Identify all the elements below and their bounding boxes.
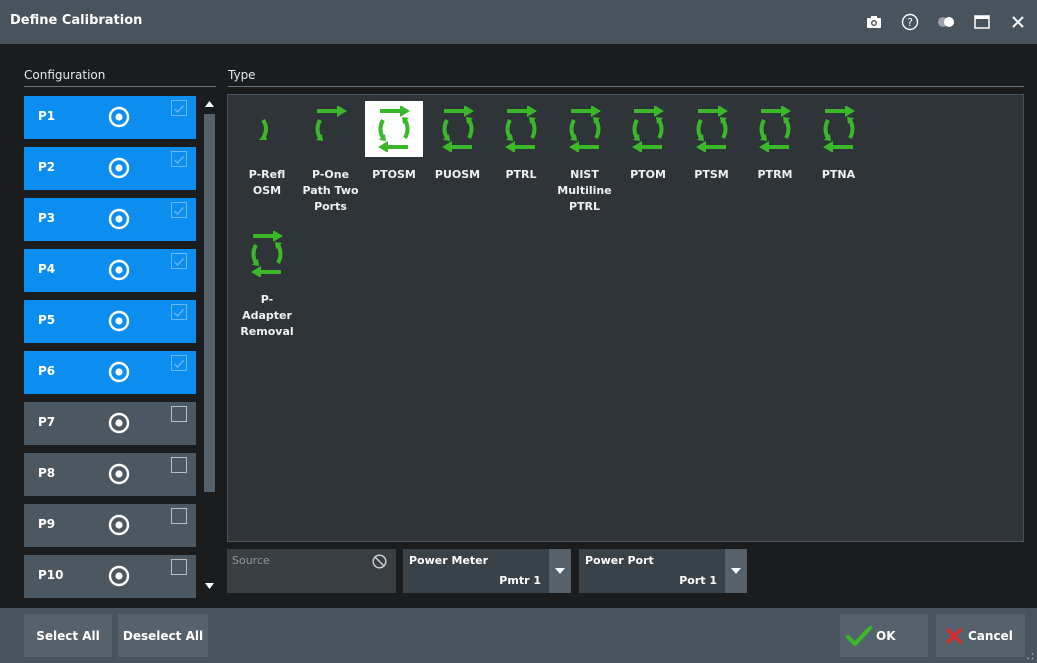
port-label: P6: [38, 364, 56, 378]
port-target-icon[interactable]: [108, 412, 130, 434]
deselect-all-button[interactable]: Deselect All: [118, 614, 208, 657]
select-all-label: Select All: [36, 628, 100, 643]
port-label: P2: [38, 160, 56, 174]
port-target-icon[interactable]: [108, 463, 130, 485]
chevron-down-icon[interactable]: [549, 549, 571, 593]
port-checkbox[interactable]: [171, 508, 187, 524]
port-target-icon[interactable]: [108, 106, 130, 128]
port-item[interactable]: P8: [24, 453, 196, 496]
cancel-label: Cancel: [968, 628, 1013, 643]
port-target-icon[interactable]: [108, 259, 130, 281]
port-target-icon[interactable]: [108, 565, 130, 587]
two-port-icon: [492, 101, 550, 157]
cancel-button[interactable]: Cancel: [936, 614, 1025, 657]
power-port-value: Port 1: [679, 574, 717, 587]
port-label: P9: [38, 517, 56, 531]
port-item[interactable]: P9: [24, 504, 196, 547]
resize-grip-icon[interactable]: [1026, 652, 1034, 660]
select-all-button[interactable]: Select All: [24, 614, 112, 657]
configuration-label: Configuration: [24, 68, 106, 82]
maximize-icon[interactable]: [969, 9, 995, 35]
port-item[interactable]: P3: [24, 198, 196, 241]
title-bar: Define Calibration ?: [0, 0, 1037, 44]
port-item[interactable]: P10: [24, 555, 196, 598]
port-label: P7: [38, 415, 56, 429]
cancel-x-icon: [946, 627, 962, 644]
power-port-label: Power Port: [585, 554, 654, 567]
power-meter-value: Pmtr 1: [499, 574, 541, 587]
port-item[interactable]: P1: [24, 96, 196, 139]
source-field[interactable]: Source: [227, 549, 396, 593]
configuration-divider: [24, 86, 216, 87]
port-item[interactable]: P7: [24, 402, 196, 445]
ok-label: OK: [876, 628, 896, 643]
two-port-icon: [365, 101, 423, 157]
port-target-icon[interactable]: [108, 514, 130, 536]
port-checkbox[interactable]: [171, 151, 187, 167]
port-checkbox[interactable]: [171, 457, 187, 473]
calibration-type-label: PTNA: [821, 168, 856, 181]
checkmark-icon: [846, 625, 872, 646]
power-meter-select[interactable]: Power Meter Pmtr 1: [403, 549, 571, 593]
port-checkbox[interactable]: [171, 253, 187, 269]
type-label: Type: [228, 68, 256, 82]
port-checkbox[interactable]: [171, 406, 187, 422]
power-meter-label: Power Meter: [409, 554, 489, 567]
port-checkbox[interactable]: [171, 100, 187, 116]
power-port-select[interactable]: Power Port Port 1: [579, 549, 747, 593]
two-port-icon: [238, 226, 296, 282]
port-label: P1: [38, 109, 56, 123]
port-label: P3: [38, 211, 56, 225]
port-item[interactable]: P6: [24, 351, 196, 394]
scroll-down-arrow[interactable]: [203, 578, 216, 594]
deselect-all-label: Deselect All: [122, 628, 204, 643]
port-label: P5: [38, 313, 56, 327]
two-port-icon: [556, 101, 614, 157]
port-checkbox[interactable]: [171, 559, 187, 575]
port-checkbox[interactable]: [171, 355, 187, 371]
source-placeholder: Source: [232, 554, 270, 567]
port-label: P10: [38, 568, 64, 582]
port-target-icon[interactable]: [108, 208, 130, 230]
port-checkbox[interactable]: [171, 304, 187, 320]
two-port-icon: [619, 101, 677, 157]
port-item[interactable]: P5: [24, 300, 196, 343]
one-port-reflection-icon: [238, 101, 296, 157]
port-item[interactable]: P4: [24, 249, 196, 292]
type-divider: [228, 86, 1024, 87]
help-icon[interactable]: ?: [897, 9, 923, 35]
port-item[interactable]: P2: [24, 147, 196, 190]
scroll-thumb[interactable]: [204, 114, 215, 492]
ok-button[interactable]: OK: [840, 614, 928, 657]
port-target-icon[interactable]: [108, 361, 130, 383]
port-label: P8: [38, 466, 56, 480]
calibration-type-panel: [227, 94, 1024, 542]
port-checkbox[interactable]: [171, 202, 187, 218]
port-label: P4: [38, 262, 56, 276]
one-path-two-port-icon: [302, 101, 360, 157]
toggle-icon[interactable]: [933, 9, 959, 35]
port-target-icon[interactable]: [108, 157, 130, 179]
port-target-icon[interactable]: [108, 310, 130, 332]
svg-text:?: ?: [907, 16, 913, 29]
calibration-type-label: P- Adapter Removal: [240, 293, 294, 338]
chevron-down-icon[interactable]: [725, 549, 747, 593]
window-title: Define Calibration: [10, 13, 143, 28]
two-port-icon: [810, 101, 868, 157]
close-icon[interactable]: [1005, 9, 1031, 35]
disabled-icon: [372, 554, 387, 569]
camera-icon[interactable]: [861, 9, 887, 35]
two-port-icon: [683, 101, 741, 157]
two-port-icon: [429, 101, 487, 157]
scroll-up-arrow[interactable]: [203, 96, 216, 112]
two-port-icon: [746, 101, 804, 157]
